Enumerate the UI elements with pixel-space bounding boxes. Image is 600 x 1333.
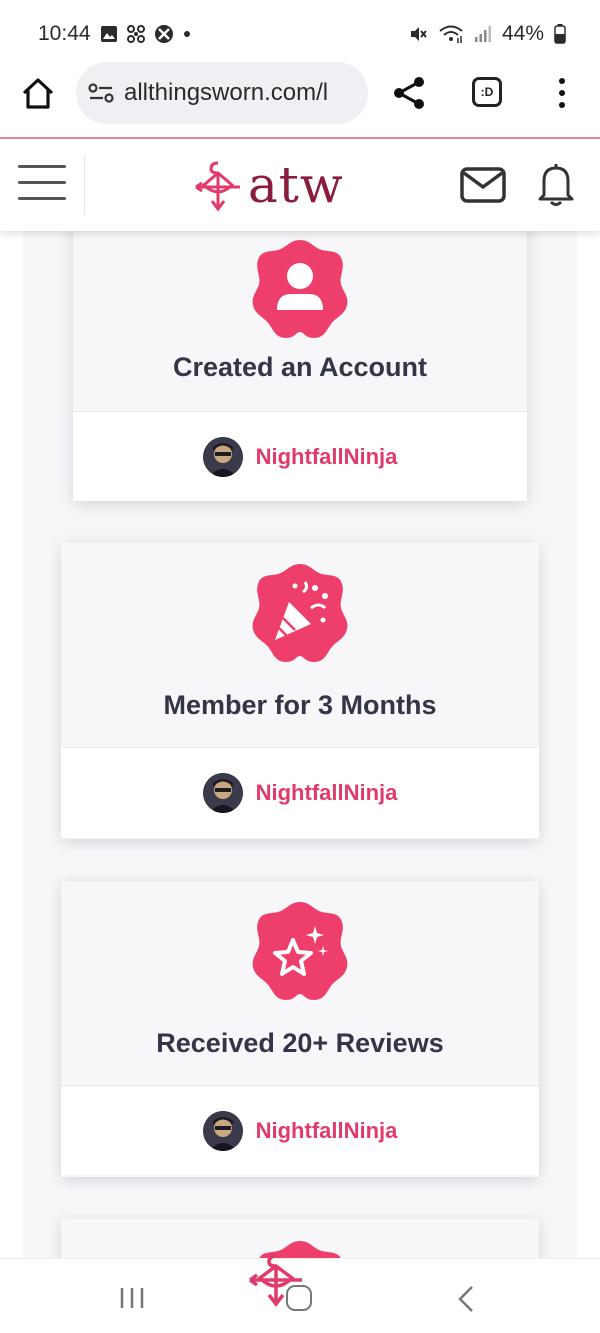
badge-title: Member for 3 Months (163, 690, 437, 720)
wifi-icon (439, 25, 463, 43)
username[interactable]: NightfallNinja (256, 444, 398, 470)
fan-icon (127, 25, 145, 43)
username[interactable]: NightfallNinja (256, 1118, 398, 1144)
bow-arrow-icon (195, 161, 240, 212)
mail-icon[interactable] (460, 167, 506, 203)
logo-text: atw (248, 156, 344, 214)
site-logo[interactable]: atw (192, 155, 344, 215)
avatar[interactable] (202, 772, 243, 813)
badge-card[interactable]: Created an Account NightfallNinja (73, 231, 527, 501)
share-icon[interactable] (392, 76, 426, 110)
url-text: allthingsworn.com/l (124, 79, 329, 106)
badge-card[interactable]: Received 20+ Reviews NightfallNinja (61, 881, 539, 1177)
badge-card[interactable]: Member for 3 Months NightfallNinja (61, 543, 539, 839)
gallery-icon (101, 26, 117, 42)
status-bar: 10:44 44% (0, 0, 600, 62)
url-bar[interactable]: allthingsworn.com/l (76, 62, 368, 124)
header-separator (84, 155, 85, 215)
avatar[interactable] (202, 1110, 243, 1151)
badge-column: Created an Account NightfallNinja Member… (23, 231, 577, 1258)
bow-arrow-icon[interactable] (246, 1250, 306, 1308)
username[interactable]: NightfallNinja (256, 780, 398, 806)
xbox-icon (155, 25, 173, 43)
status-time: 10:44 (38, 22, 91, 45)
browser-toolbar: allthingsworn.com/l :D (0, 62, 600, 138)
recent-apps-icon[interactable] (118, 1287, 146, 1309)
tab-switcher-button[interactable]: :D (472, 77, 502, 107)
badge-title: Created an Account (172, 352, 428, 382)
battery-percent: 44% (501, 22, 544, 45)
party-popper-icon (249, 562, 351, 664)
mute-icon (410, 27, 427, 41)
battery-icon (554, 24, 566, 44)
avatar[interactable] (202, 436, 243, 477)
home-icon[interactable] (20, 76, 56, 112)
person-icon (249, 238, 351, 340)
bell-icon[interactable] (536, 161, 576, 207)
site-settings-icon[interactable] (88, 82, 114, 104)
star-sparkle-icon (249, 900, 351, 1002)
badge-owner-row[interactable]: NightfallNinja (61, 1085, 539, 1175)
back-icon[interactable] (456, 1285, 476, 1313)
tab-switcher-label: :D (480, 85, 494, 99)
badge-title: Received 20+ Reviews (156, 1028, 444, 1058)
signal-icon (474, 26, 491, 42)
dot-icon (184, 31, 190, 37)
site-header: atw (0, 139, 600, 231)
badge-list: Created an Account NightfallNinja Member… (0, 231, 600, 1258)
hamburger-menu-icon[interactable] (18, 165, 66, 205)
badge-owner-row[interactable]: NightfallNinja (61, 747, 539, 837)
badge-owner-row[interactable]: NightfallNinja (73, 411, 527, 501)
more-options-icon[interactable] (552, 76, 572, 110)
